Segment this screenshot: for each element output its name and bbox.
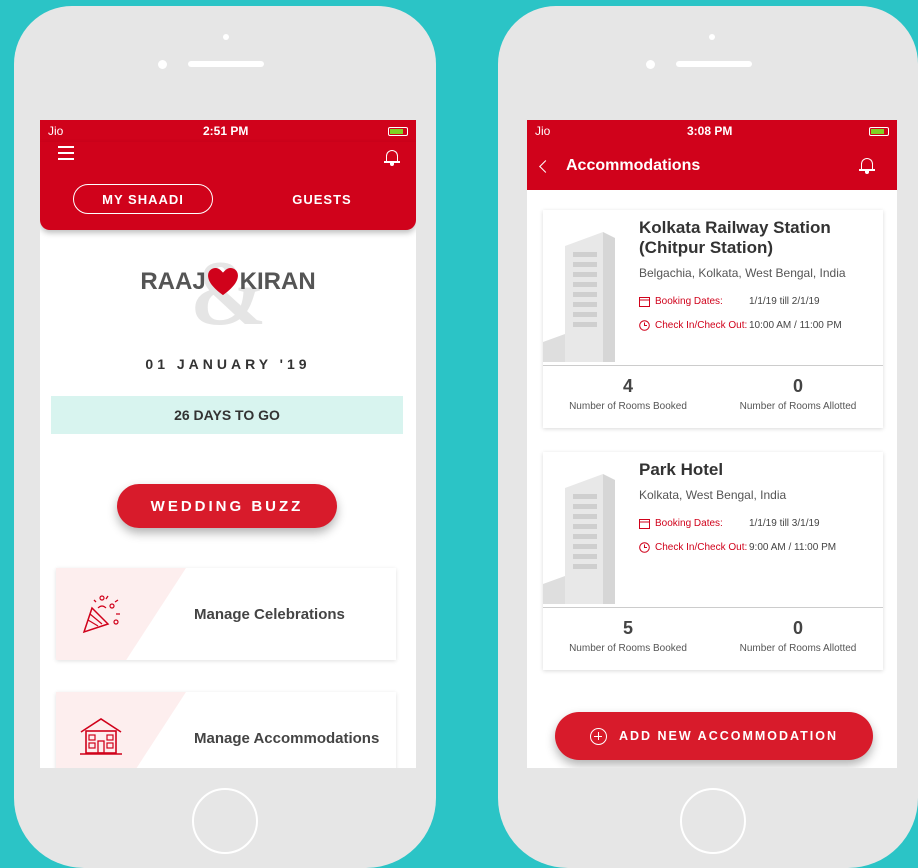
partner-name-2: KIRAN [239, 268, 316, 295]
plus-circle-icon [589, 727, 607, 745]
app-header: Accommodations [527, 142, 897, 190]
battery-icon [868, 126, 889, 136]
battery-icon [387, 126, 408, 136]
bell-icon[interactable] [859, 158, 875, 174]
booking-dates-value: 1/1/19 till 2/1/19 [749, 296, 820, 307]
rooms-allotted-count: 0 [792, 618, 803, 638]
wedding-buzz-button[interactable]: WEDDING BUZZ [117, 484, 337, 528]
status-bar: Jio 2:51 PM [40, 120, 416, 142]
home-button[interactable] [680, 788, 746, 854]
front-sensor [223, 34, 229, 40]
app-header: MY SHAADI GUESTS [40, 142, 416, 230]
accommodations-screen: Jio 3:08 PM Accommodations Kolkata Railw… [527, 120, 897, 768]
front-sensor [709, 34, 715, 40]
rooms-allotted-label: Number of Rooms Allotted [739, 643, 857, 654]
accommodation-location: Belgachia, Kolkata, West Bengal, India [639, 266, 846, 280]
booking-dates-label: Booking Dates: [655, 518, 723, 529]
check-in-out-value: 10:00 AM / 11:00 PM [749, 320, 842, 331]
status-bar: Jio 3:08 PM [527, 120, 897, 142]
front-camera [158, 60, 167, 69]
house-icon [80, 718, 122, 755]
rooms-allotted-label: Number of Rooms Allotted [739, 401, 857, 412]
earpiece-speaker [188, 61, 264, 67]
tab-my-shaadi[interactable]: MY SHAADI [73, 184, 213, 214]
party-popper-icon [82, 595, 120, 634]
check-in-out-label: Check In/Check Out: [655, 320, 748, 331]
accommodation-location: Kolkata, West Bengal, India [639, 488, 787, 502]
check-in-out-value: 9:00 AM / 11:00 PM [749, 542, 837, 553]
bell-icon[interactable] [384, 150, 400, 166]
clock-icon [639, 542, 650, 553]
front-camera [646, 60, 655, 69]
my-shaadi-screen: Jio 2:51 PM MY SHAADI GUESTS & RAAJ KIRA… [40, 120, 416, 768]
couple-names: & RAAJ KIRAN [40, 240, 416, 344]
check-in-out-label: Check In/Check Out: [655, 542, 748, 553]
rooms-booked-count: 4 [622, 376, 633, 396]
booking-dates-label: Booking Dates: [655, 296, 723, 307]
status-time: 3:08 PM [686, 124, 733, 138]
status-time: 2:51 PM [202, 124, 249, 138]
page-title: Accommodations [566, 157, 701, 174]
wedding-date: 01 JANUARY '19 [145, 356, 311, 372]
accommodation-card[interactable]: Park Hotel Kolkata, West Bengal, India B… [543, 452, 883, 670]
tab-guests[interactable]: GUESTS [262, 184, 382, 214]
phone-frame-left: Jio 2:51 PM MY SHAADI GUESTS & RAAJ KIRA… [14, 6, 436, 868]
building-icon [543, 232, 615, 362]
clock-icon [639, 320, 650, 331]
partner-name-1: RAAJ [140, 268, 206, 295]
manage-celebrations-card[interactable]: Manage Celebrations [56, 568, 396, 660]
countdown-banner: 26 DAYS TO GO [51, 396, 403, 434]
heart-icon [207, 268, 238, 296]
home-button[interactable] [192, 788, 258, 854]
earpiece-speaker [676, 61, 752, 67]
accommodation-card[interactable]: Kolkata Railway Station (Chitpur Station… [543, 210, 883, 428]
rooms-booked-count: 5 [622, 618, 633, 638]
rooms-allotted-count: 0 [792, 376, 803, 396]
booking-dates-value: 1/1/19 till 3/1/19 [749, 518, 820, 529]
back-chevron-icon[interactable] [539, 159, 552, 173]
calendar-icon [639, 297, 650, 307]
hamburger-icon[interactable] [58, 146, 74, 164]
add-accommodation-button[interactable]: ADD NEW ACCOMMODATION [555, 712, 873, 760]
calendar-icon [639, 519, 650, 529]
add-accommodation-label: ADD NEW ACCOMMODATION [618, 729, 839, 743]
phone-frame-right: Jio 3:08 PM Accommodations Kolkata Railw… [498, 6, 918, 868]
carrier-label: Jio [535, 124, 551, 138]
manage-accommodations-card[interactable]: Manage Accommodations [56, 692, 396, 768]
rooms-booked-label: Number of Rooms Booked [569, 401, 687, 412]
manage-celebrations-label: Manage Celebrations [194, 605, 345, 623]
accommodation-name: Kolkata Railway Station (Chitpur Station… [639, 218, 831, 257]
building-icon [543, 474, 615, 604]
accommodation-name: Park Hotel [639, 460, 724, 479]
rooms-booked-label: Number of Rooms Booked [569, 643, 687, 654]
carrier-label: Jio [48, 124, 64, 138]
manage-accommodations-label: Manage Accommodations [194, 729, 380, 747]
